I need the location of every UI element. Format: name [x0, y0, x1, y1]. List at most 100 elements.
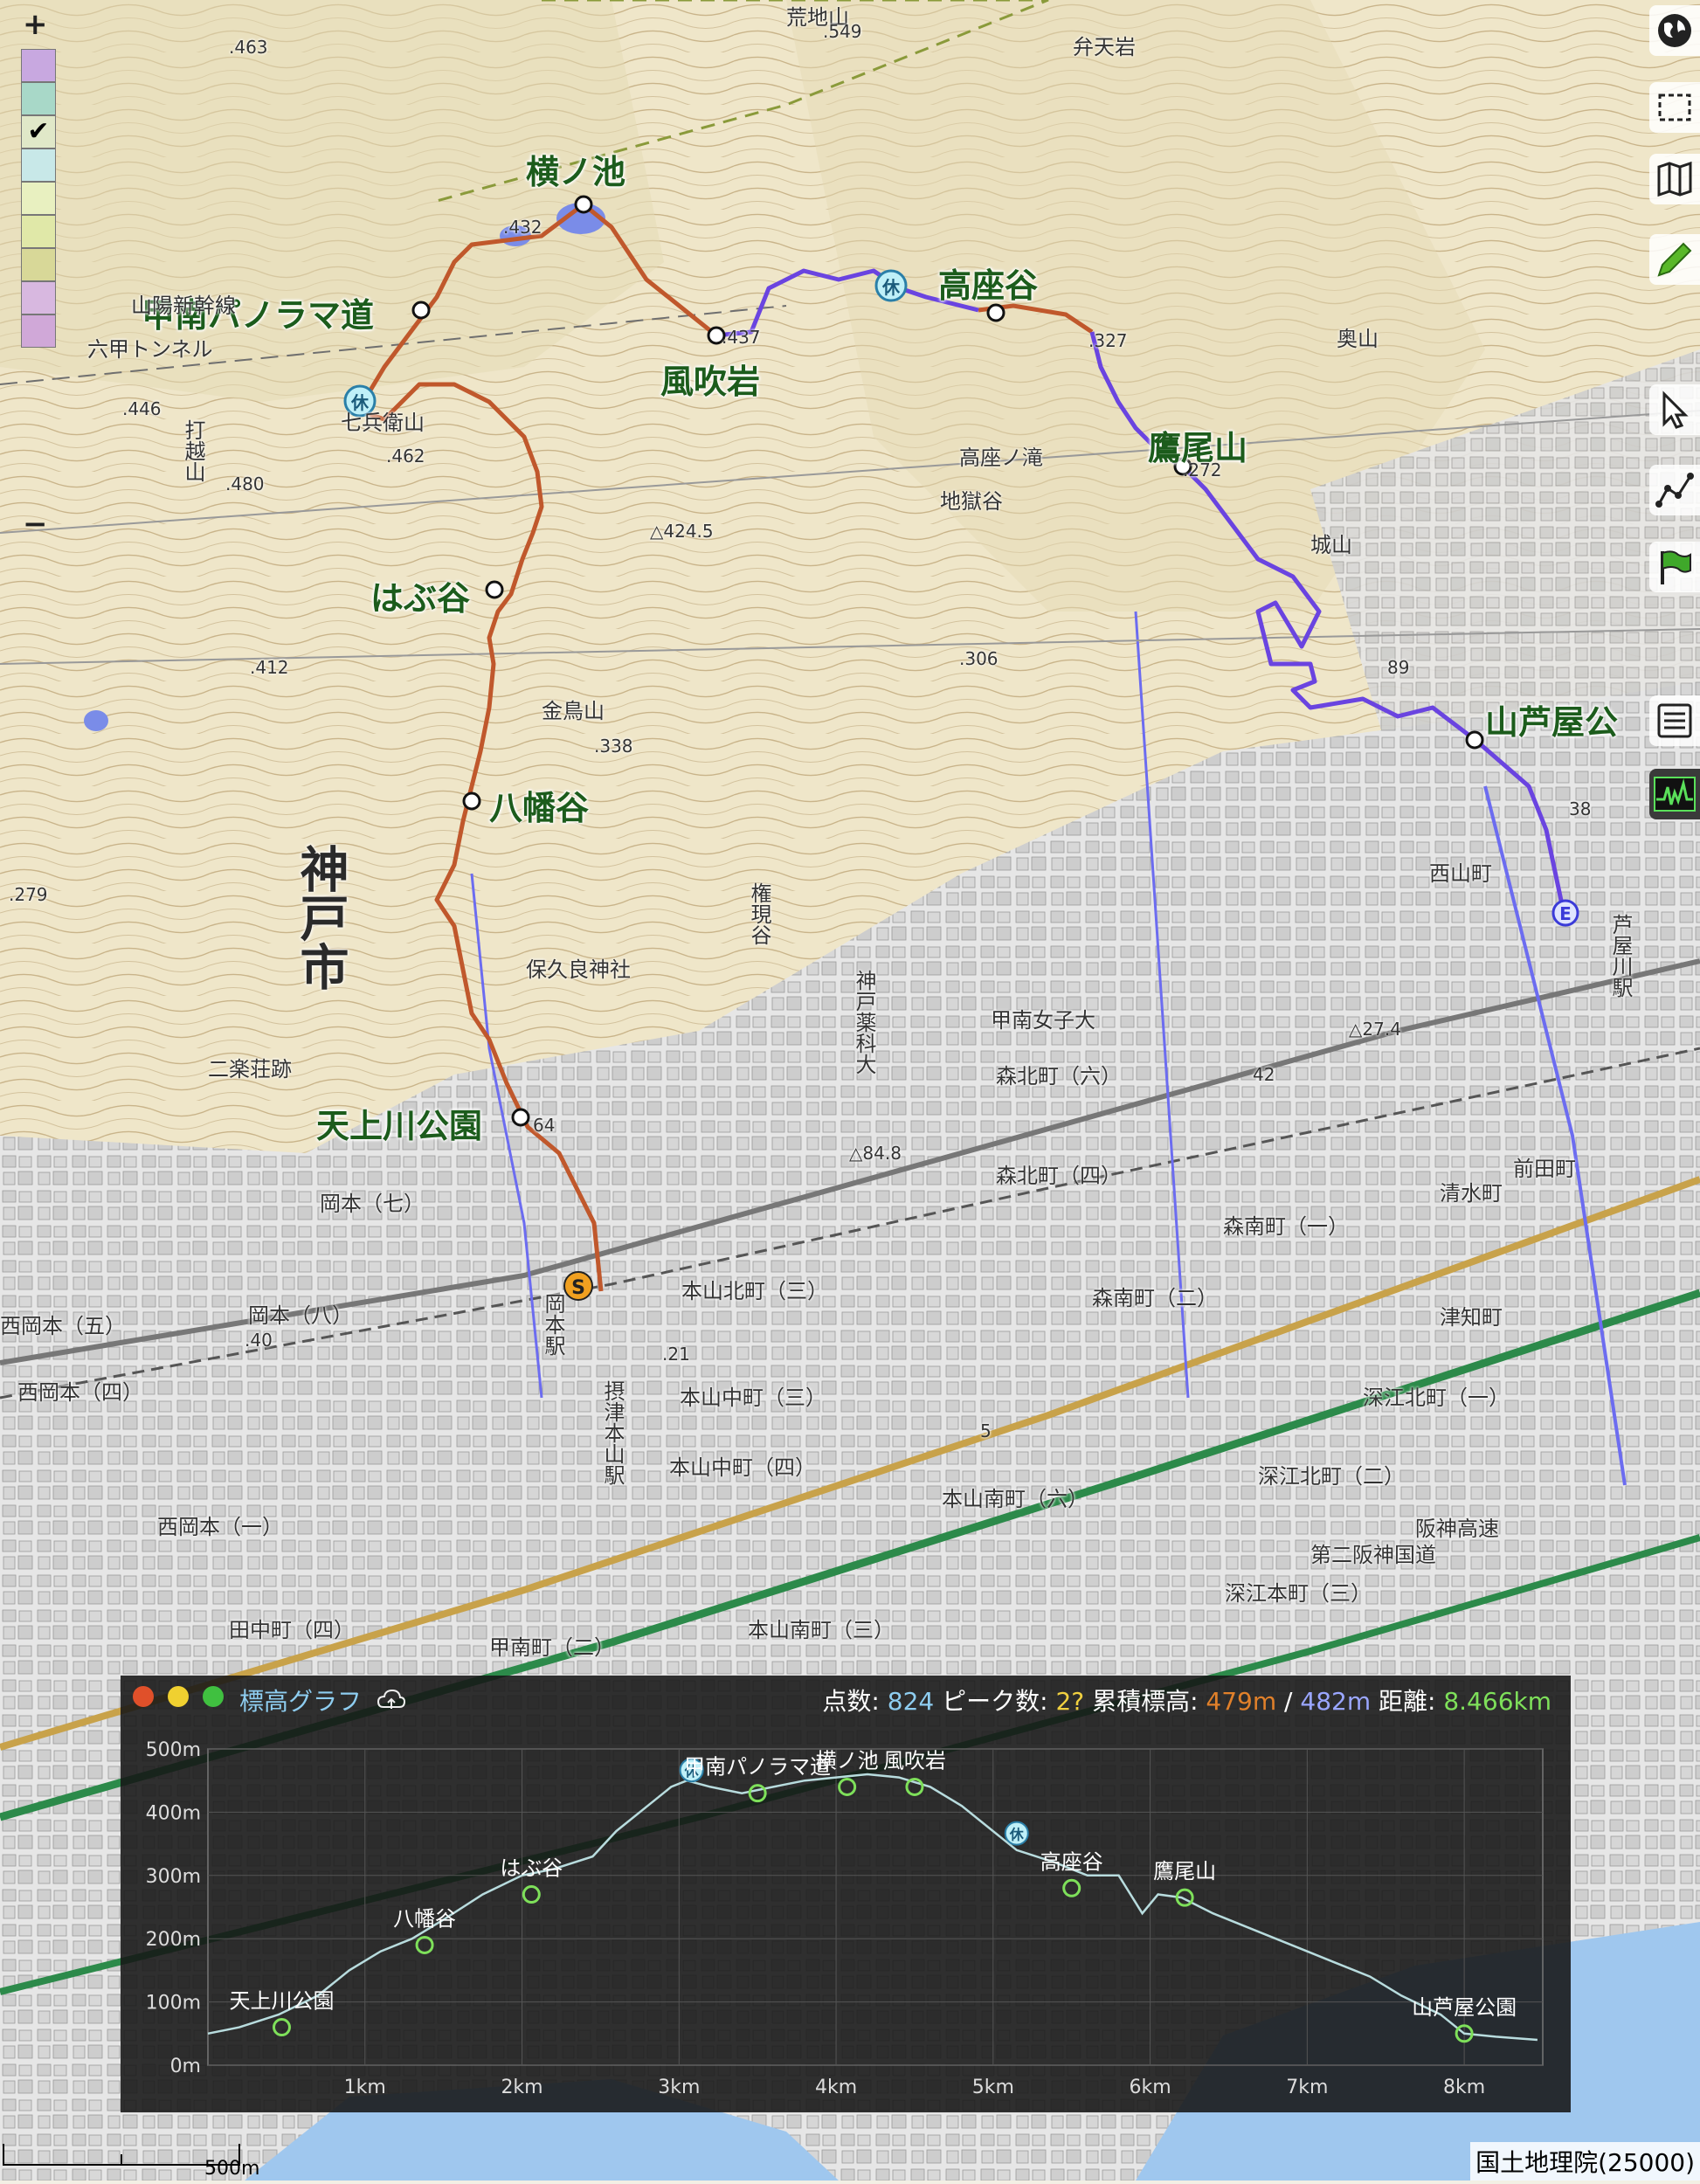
- rest-point-label: 休: [1009, 1827, 1025, 1843]
- city-label: 神戸市: [292, 844, 349, 991]
- elevation-chart[interactable]: 0m 100m 200m 300m 400m 500m 1km 2km 3km 4km 5km 6km…: [121, 1716, 1571, 2112]
- waypoint-label[interactable]: 高座谷: [938, 259, 1038, 307]
- waypoint-label[interactable]: 天上川公園: [316, 1099, 482, 1147]
- waypoint-point-label: 横ノ池: [816, 1748, 879, 1773]
- spot-height: .549: [823, 21, 862, 42]
- waypoint-point-label: 天上川公園: [229, 1989, 334, 2014]
- list-icon[interactable]: [1649, 695, 1700, 746]
- graph-stats: 点数: 824 ピーク数: 2? 累積標高: 479m / 482m 距離: 8…: [822, 1687, 1551, 1716]
- x-tick-label: 5km: [972, 2077, 1014, 2098]
- place-label: 深江北町（一）: [1363, 1386, 1510, 1410]
- waypoint-point-label: 甲南パノラマ道: [684, 1755, 831, 1780]
- x-tick-label: 3km: [658, 2077, 700, 2098]
- spot-height: .40: [245, 1330, 273, 1351]
- place-label: 保久良神社: [526, 957, 631, 982]
- layer-swatch[interactable]: [21, 248, 56, 281]
- x-tick-label: 6km: [1130, 2077, 1171, 2098]
- elevation-graph-icon[interactable]: [1649, 769, 1700, 819]
- layer-checked-icon[interactable]: ✔: [21, 115, 56, 149]
- place-label: 深江北町（二）: [1258, 1464, 1405, 1489]
- place-label: 摂津本山駅: [600, 1380, 625, 1485]
- spot-height: .462: [386, 446, 425, 467]
- close-button[interactable]: [133, 1686, 154, 1707]
- polyline-icon[interactable]: [1649, 465, 1700, 515]
- place-label: 六甲トンネル: [87, 337, 213, 362]
- waypoint-point: [415, 1935, 434, 1954]
- layer-swatch[interactable]: [21, 49, 56, 82]
- waypoint-point: [1062, 1878, 1082, 1897]
- spot-height: .437: [722, 327, 761, 348]
- x-tick-label: 4km: [815, 2077, 857, 2098]
- waypoint-label[interactable]: 八幡谷: [489, 781, 589, 829]
- cumulative-descent: 482m: [1300, 1687, 1372, 1716]
- zoom-out-button[interactable]: −: [23, 507, 48, 542]
- waypoint-label[interactable]: はぶ谷: [370, 571, 470, 619]
- y-tick-label: 100m: [146, 1993, 201, 2015]
- place-label: 第二阪神国道: [1310, 1543, 1436, 1567]
- minimize-button[interactable]: [168, 1686, 189, 1707]
- pencil-icon[interactable]: [1649, 234, 1700, 285]
- place-label: 深江本町（三）: [1225, 1581, 1372, 1606]
- waypoint-point: [748, 1784, 767, 1803]
- place-label: 岡本駅: [541, 1293, 565, 1356]
- spot-height: △84.8: [849, 1143, 902, 1164]
- map-icon[interactable]: [1649, 154, 1700, 204]
- graph-title: 標高グラフ: [239, 1683, 406, 1718]
- layer-swatch[interactable]: [21, 149, 56, 182]
- layer-swatch[interactable]: [21, 82, 56, 115]
- elevation-graph-titlebar: 標高グラフ 点数: 824 ピーク数: 2? 累積標高: 479m / 482m…: [121, 1676, 1571, 1716]
- spot-height: .338: [594, 736, 633, 757]
- place-label: 本山北町（三）: [681, 1279, 828, 1303]
- waypoint-label[interactable]: 横ノ池: [526, 145, 625, 193]
- waypoint-label[interactable]: 風吹岩: [660, 355, 760, 403]
- place-label: 本山南町（六）: [942, 1487, 1088, 1511]
- cloud-upload-icon[interactable]: [377, 1688, 406, 1718]
- place-label: 森南町（一）: [1223, 1214, 1349, 1239]
- place-label: 森南町（二）: [1092, 1286, 1218, 1310]
- layer-swatch[interactable]: [21, 215, 56, 248]
- place-label: 高座ノ滝: [959, 446, 1043, 470]
- layer-swatch[interactable]: [21, 314, 56, 348]
- place-label: 本山中町（四）: [669, 1455, 816, 1480]
- zoom-in-button[interactable]: +: [23, 7, 48, 42]
- waypoint-label[interactable]: 山芦屋公: [1485, 695, 1618, 743]
- spot-height: .463: [229, 37, 268, 58]
- waypoint-point: [272, 2018, 291, 2037]
- place-label: 岡本（八）: [248, 1303, 353, 1328]
- waypoint-point: [522, 1885, 541, 1904]
- place-label: 権現谷: [747, 882, 771, 945]
- spot-height: △424.5: [650, 521, 714, 542]
- x-tick-label: 1km: [344, 2077, 386, 2098]
- place-label: 甲南女子大: [991, 1008, 1095, 1033]
- place-label: 阪神高速: [1415, 1517, 1499, 1541]
- place-label: 森北町（六）: [996, 1064, 1122, 1089]
- total-distance: 8.466km: [1443, 1687, 1551, 1716]
- place-label: 神戸薬科大: [852, 970, 876, 1075]
- select-area-icon[interactable]: [1649, 82, 1700, 133]
- scale-bar: 500m: [0, 2139, 262, 2181]
- place-label: 打越山: [181, 419, 205, 482]
- globe-icon[interactable]: [1649, 5, 1700, 56]
- pointer-icon[interactable]: [1649, 384, 1700, 435]
- spot-height: .446: [122, 398, 162, 419]
- peak-count: 2?: [1055, 1687, 1085, 1716]
- layer-swatch[interactable]: [21, 281, 56, 314]
- y-tick-label: 400m: [146, 1802, 201, 1824]
- spot-height: .480: [225, 473, 265, 494]
- y-tick-label: 0m: [170, 2056, 201, 2077]
- elevation-graph-panel[interactable]: 標高グラフ 点数: 824 ピーク数: 2? 累積標高: 479m / 482m…: [121, 1676, 1571, 2112]
- spot-height: .432: [503, 217, 542, 238]
- right-toolbar: [1642, 0, 1700, 926]
- maximize-button[interactable]: [203, 1686, 224, 1707]
- place-label: 岡本（七）: [320, 1192, 425, 1216]
- layer-legend[interactable]: ✔: [21, 49, 59, 348]
- spot-height: .327: [1088, 330, 1128, 351]
- flag-icon[interactable]: [1649, 542, 1700, 592]
- spot-height: .412: [250, 657, 289, 678]
- layer-swatch[interactable]: [21, 182, 56, 215]
- place-label: 芦屋川駅: [1608, 914, 1633, 998]
- waypoint-point-label: 鷹尾山: [1153, 1859, 1216, 1883]
- point-count: 824: [887, 1687, 935, 1716]
- end-marker: E: [1559, 903, 1572, 924]
- place-label: 西岡本（四）: [17, 1380, 143, 1405]
